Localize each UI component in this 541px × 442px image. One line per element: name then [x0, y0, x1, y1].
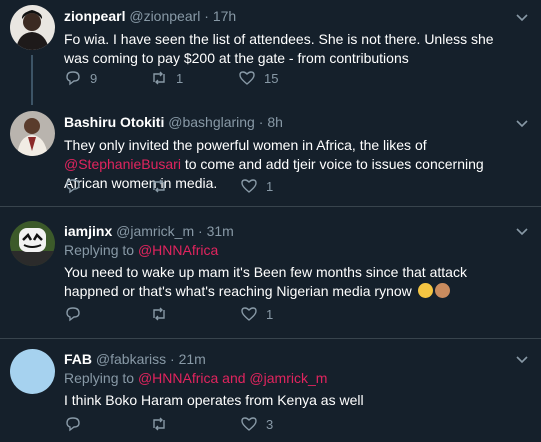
display-name[interactable]: Bashiru Otokiti	[64, 114, 164, 130]
reply-icon	[66, 179, 80, 194]
display-name[interactable]: zionpearl	[64, 8, 125, 24]
reply-icon	[66, 307, 80, 322]
tweet-header: zionpearl @zionpearl · 17h	[64, 7, 511, 26]
retweet-icon	[153, 179, 165, 193]
user-handle[interactable]: @bashglaring	[168, 114, 255, 130]
separator-dot: ·	[170, 351, 175, 367]
like-count: 1	[266, 178, 274, 194]
reply-icon	[66, 417, 80, 432]
display-name[interactable]: FAB	[64, 351, 92, 367]
heart-icon	[239, 71, 255, 85]
face-with-tears-of-joy-emoji	[417, 283, 433, 298]
retweet-button[interactable]	[150, 304, 176, 324]
heart-icon	[241, 417, 257, 431]
tweet-text-part: You need to wake up mam it's Been few mo…	[64, 264, 467, 299]
avatar[interactable]	[10, 221, 55, 266]
like-count: 15	[264, 70, 279, 86]
like-count: 3	[266, 416, 274, 432]
mention-link[interactable]: @HNNAfrica	[138, 242, 218, 258]
chevron-down-icon[interactable]	[515, 10, 529, 24]
like-button[interactable]: 1	[240, 304, 273, 324]
tweet-text: You need to wake up mam it's Been few mo…	[64, 263, 511, 301]
tweet-header: iamjinx @jamrick_m · 31m	[64, 222, 511, 241]
like-count: 1	[266, 306, 274, 322]
tweet[interactable]: Bashiru Otokiti @bashglaring · 8h They o…	[0, 105, 541, 203]
like-button[interactable]: 1	[240, 176, 273, 196]
replying-to-label: Replying to	[64, 242, 138, 258]
replying-to: Replying to @HNNAfrica	[64, 241, 511, 260]
reply-count: 9	[90, 70, 98, 86]
timestamp[interactable]: 17h	[213, 8, 236, 24]
heart-icon	[241, 307, 257, 321]
mention-link[interactable]: @StephanieBusari	[64, 156, 181, 172]
timestamp[interactable]: 8h	[267, 114, 283, 130]
see-no-evil-monkey-emoji	[434, 283, 450, 298]
heart-icon	[241, 179, 257, 193]
replying-to: Replying to @HNNAfrica and @jamrick_m	[64, 369, 511, 388]
tweet-header: Bashiru Otokiti @bashglaring · 8h	[64, 113, 511, 132]
tweet[interactable]: iamjinx @jamrick_m · 31m Replying to @HN…	[0, 207, 541, 337]
tweet[interactable]: zionpearl @zionpearl · 17h Fo wia. I hav…	[0, 0, 541, 105]
chevron-down-icon[interactable]	[515, 116, 529, 130]
tweet-header: FAB @fabkariss · 21m	[64, 350, 511, 369]
tweet-text-part: They only invited the powerful women in …	[64, 137, 427, 153]
tweet[interactable]: FAB @fabkariss · 21m Replying to @HNNAfr…	[0, 339, 541, 442]
like-button[interactable]: 3	[240, 414, 273, 434]
chevron-down-icon[interactable]	[515, 224, 529, 238]
tweet-text: I think Boko Haram operates from Kenya a…	[64, 392, 364, 408]
mention-link[interactable]: @jamrick_m	[249, 370, 327, 386]
display-name[interactable]: iamjinx	[64, 223, 112, 239]
retweet-button[interactable]	[150, 176, 176, 196]
avatar[interactable]	[10, 111, 55, 156]
avatar[interactable]	[10, 349, 55, 394]
retweet-icon	[153, 71, 165, 85]
mention-link[interactable]: @HNNAfrica	[138, 370, 218, 386]
avatar[interactable]	[10, 5, 55, 50]
separator-dot: ·	[198, 223, 203, 239]
replying-to-label: Replying to	[64, 370, 138, 386]
reply-button[interactable]: 9	[64, 68, 97, 88]
retweet-button[interactable]	[150, 414, 176, 434]
user-handle[interactable]: @zionpearl	[129, 8, 200, 24]
reply-icon	[66, 71, 80, 86]
like-button[interactable]: 15	[238, 68, 278, 88]
thread-line	[31, 55, 33, 105]
retweet-icon	[153, 307, 165, 321]
reply-button[interactable]	[64, 414, 90, 434]
chevron-down-icon[interactable]	[515, 352, 529, 366]
replying-to-conjunction: and	[218, 370, 250, 386]
tweet-text: Fo wia. I have seen the list of attendee…	[64, 31, 494, 66]
retweet-icon	[153, 417, 165, 431]
timestamp[interactable]: 31m	[207, 223, 234, 239]
reply-button[interactable]	[64, 304, 90, 324]
retweet-count: 1	[176, 70, 184, 86]
timestamp[interactable]: 21m	[179, 351, 206, 367]
user-handle[interactable]: @jamrick_m	[116, 223, 194, 239]
reply-button[interactable]	[64, 176, 90, 196]
separator-dot: ·	[204, 8, 209, 24]
retweet-button[interactable]: 1	[150, 68, 183, 88]
user-handle[interactable]: @fabkariss	[96, 351, 166, 367]
separator-dot: ·	[258, 114, 264, 130]
